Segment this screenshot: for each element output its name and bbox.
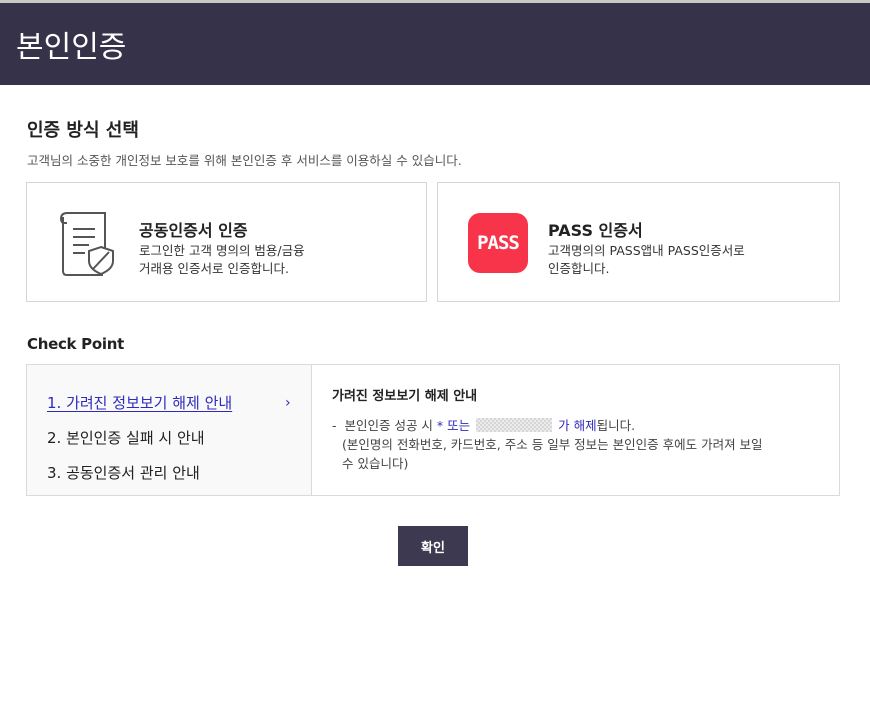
checkpoint-detail-line2: (본인명의 전화번호, 카드번호, 주소 등 일부 정보는 본인인증 후에도 가… <box>342 437 763 452</box>
checkpoint-item-label: 1. 가려진 정보보기 해제 안내 <box>47 394 233 412</box>
chevron-right-icon: › <box>285 394 291 411</box>
confirm-button[interactable]: 확인 <box>398 526 468 566</box>
section-title: 인증 방식 선택 <box>27 120 139 141</box>
pass-logo-icon: PASS <box>468 213 528 273</box>
checkpoint-title: Check Point <box>27 335 124 353</box>
pass-certificate-title: PASS 인증서 <box>548 221 643 240</box>
joint-certificate-desc-line1: 로그인한 고객 명의의 범용/금융 <box>139 243 305 258</box>
checkpoint-panel: 1. 가려진 정보보기 해제 안내 › 2. 본인인증 실패 시 안내 3. 공… <box>26 364 840 496</box>
detail-highlight: 가 해제 <box>558 418 597 433</box>
checkpoint-detail-line3: 수 있습니다) <box>342 456 409 471</box>
pass-certificate-desc-line2: 인증합니다. <box>548 261 610 276</box>
pass-certificate-desc-line1: 고객명의의 PASS앱내 PASS인증서로 <box>548 243 745 258</box>
detail-highlight: * 또는 <box>436 418 471 433</box>
checkpoint-detail-line1: - 본인인증 성공 시 * 또는 가 해제됩니다. <box>332 416 819 435</box>
page-header: 본인인증 <box>0 3 870 85</box>
joint-certificate-desc-line2: 거래용 인증서로 인증합니다. <box>139 261 289 276</box>
bullet-dash: - <box>332 418 337 433</box>
joint-certificate-option[interactable]: 공동인증서 인증 로그인한 고객 명의의 범용/금융 거래용 인증서로 인증합니… <box>26 182 427 302</box>
pass-certificate-desc: 고객명의의 PASS앱내 PASS인증서로 인증합니다. <box>548 242 788 278</box>
joint-certificate-desc: 로그인한 고객 명의의 범용/금융 거래용 인증서로 인증합니다. <box>139 242 349 278</box>
pass-certificate-option[interactable]: PASS PASS 인증서 고객명의의 PASS앱내 PASS인증서로 인증합니… <box>437 182 840 302</box>
masked-info-placeholder <box>476 418 553 432</box>
detail-text: 됩니다. <box>596 418 636 433</box>
section-subtitle: 고객님의 소중한 개인정보 보호를 위해 본인인증 후 서비스를 이용하실 수 … <box>27 153 462 168</box>
checkpoint-detail: 가려진 정보보기 해제 안내 - 본인인증 성공 시 * 또는 가 해제됩니다.… <box>312 365 839 495</box>
checkpoint-detail-title: 가려진 정보보기 해제 안내 <box>332 389 478 404</box>
checkpoint-menu: 1. 가려진 정보보기 해제 안내 › 2. 본인인증 실패 시 안내 3. 공… <box>27 365 312 495</box>
checkpoint-item-masked-info[interactable]: 1. 가려진 정보보기 해제 안내 › <box>27 385 311 420</box>
pass-badge: PASS <box>468 213 528 273</box>
checkpoint-item-label: 3. 공동인증서 관리 안내 <box>47 464 200 482</box>
checkpoint-item-label: 2. 본인인증 실패 시 안내 <box>47 429 205 447</box>
detail-text: 본인인증 성공 시 <box>344 418 433 433</box>
checkpoint-item-auth-failure[interactable]: 2. 본인인증 실패 시 안내 <box>27 420 311 455</box>
joint-certificate-title: 공동인증서 인증 <box>139 221 248 240</box>
page-title: 본인인증 <box>16 30 127 65</box>
checkpoint-item-certificate-management[interactable]: 3. 공동인증서 관리 안내 <box>27 455 311 490</box>
certificate-document-shield-icon <box>57 209 121 279</box>
